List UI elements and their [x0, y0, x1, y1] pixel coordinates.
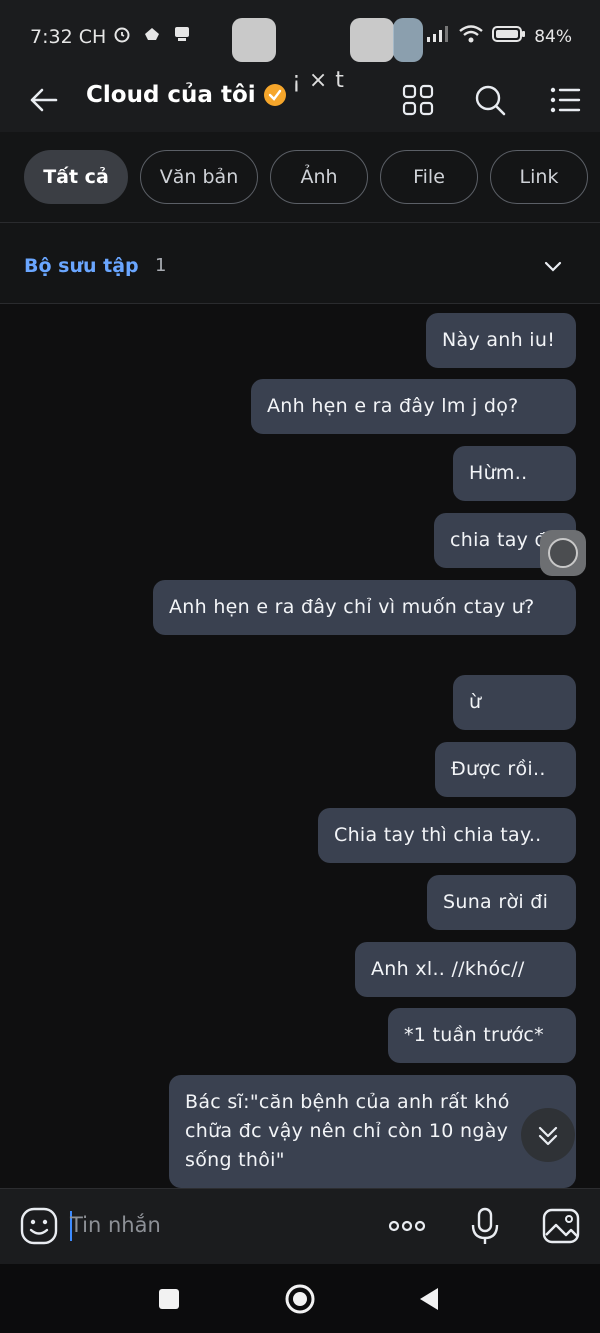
- assistive-touch-icon: [548, 538, 578, 568]
- filter-bar: Tất cả Văn bản Ảnh File Link: [0, 132, 600, 223]
- square-icon: [159, 1289, 179, 1309]
- home-button[interactable]: [283, 1282, 317, 1316]
- filter-chip-files[interactable]: File: [380, 150, 478, 204]
- more-options-button[interactable]: [386, 1205, 428, 1247]
- more-horizontal-icon: [388, 1220, 426, 1232]
- filter-chip-links[interactable]: Link: [490, 150, 588, 204]
- message-bubble[interactable]: Này anh iu!: [426, 313, 576, 368]
- message-bubble[interactable]: Bác sĩ:"căn bệnh của anh rất khó chữa đc…: [169, 1075, 576, 1188]
- anime-sticker-3: [393, 18, 423, 62]
- recent-apps-button[interactable]: [152, 1282, 186, 1316]
- verified-badge-icon: [263, 84, 286, 106]
- message-bubble[interactable]: Anh hẹn e ra đây lm j dọ?: [251, 379, 576, 434]
- message-bubble[interactable]: Hừm..: [453, 446, 576, 501]
- battery-percent: 84%: [534, 26, 572, 47]
- home-circle-icon: [285, 1284, 315, 1314]
- message-bubble[interactable]: Anh hẹn e ra đây chỉ vì muốn ctay ư?: [153, 580, 576, 635]
- signal-icon: [426, 25, 450, 48]
- grid-view-button[interactable]: [398, 80, 438, 120]
- wifi-icon: [458, 24, 484, 49]
- message-bubble[interactable]: ừ: [453, 675, 576, 730]
- microphone-icon: [471, 1207, 499, 1244]
- message-input[interactable]: Tin nhắn: [70, 1213, 161, 1237]
- page-title-text: Cloud của tôi: [86, 82, 256, 108]
- alarm-icon: [112, 24, 132, 49]
- anime-sticker-1: [232, 18, 276, 62]
- status-notification-icons: [112, 24, 192, 49]
- collection-label: Bộ sưu tập: [24, 255, 139, 277]
- floating-assistive-button[interactable]: [540, 530, 586, 576]
- double-chevron-down-icon: [538, 1126, 558, 1146]
- message-bubble[interactable]: *1 tuần trước*: [388, 1008, 576, 1063]
- app-header: Cloud của tôi ¡×t: [0, 68, 600, 132]
- search-button[interactable]: [470, 80, 510, 120]
- clock-period: CH: [78, 26, 107, 48]
- status-bar: 7:32 CH 84%: [0, 0, 600, 74]
- anime-sticker-2: [350, 18, 394, 62]
- sticker-button[interactable]: [18, 1205, 60, 1247]
- clock-time: 7:32: [30, 26, 73, 48]
- message-bubble[interactable]: Suna rời đi: [427, 875, 576, 930]
- nav-back-button[interactable]: [413, 1282, 447, 1316]
- filter-chip-images[interactable]: Ảnh: [270, 150, 368, 204]
- sticker-text-decoration: ¡×t: [292, 68, 352, 93]
- collection-count: 1: [155, 255, 167, 276]
- emoji-icon: [20, 1207, 58, 1245]
- message-bubble[interactable]: Được rồi..: [435, 742, 576, 797]
- message-bubble[interactable]: Anh xl.. //khóc//: [355, 942, 576, 997]
- triangle-back-icon: [420, 1288, 438, 1310]
- image-attach-button[interactable]: [540, 1205, 582, 1247]
- back-button[interactable]: [26, 82, 62, 118]
- message-bubble[interactable]: Chia tay thì chia tay..: [318, 808, 576, 863]
- list-menu-icon: [550, 87, 581, 113]
- battery-icon: [492, 25, 526, 48]
- status-system-icons: 84%: [426, 24, 572, 49]
- filter-chip-all[interactable]: Tất cả: [24, 150, 128, 204]
- scroll-to-bottom-button[interactable]: [521, 1108, 575, 1162]
- arrow-left-icon: [30, 88, 58, 112]
- system-navigation-bar: [0, 1264, 600, 1333]
- menu-button[interactable]: [545, 80, 585, 120]
- image-icon: [542, 1208, 580, 1244]
- collection-row[interactable]: Bộ sưu tập 1: [0, 223, 600, 304]
- page-title: Cloud của tôi: [86, 82, 286, 108]
- notification-app-icon: [142, 24, 162, 49]
- search-icon: [475, 85, 506, 116]
- voice-record-button[interactable]: [464, 1205, 506, 1247]
- message-composer: Tin nhắn: [0, 1188, 600, 1265]
- filter-chip-text[interactable]: Văn bản: [140, 150, 258, 204]
- message-app-icon: [172, 24, 192, 49]
- chevron-down-icon[interactable]: [542, 255, 564, 277]
- grid-icon: [402, 84, 434, 116]
- status-time: 7:32 CH: [30, 26, 106, 48]
